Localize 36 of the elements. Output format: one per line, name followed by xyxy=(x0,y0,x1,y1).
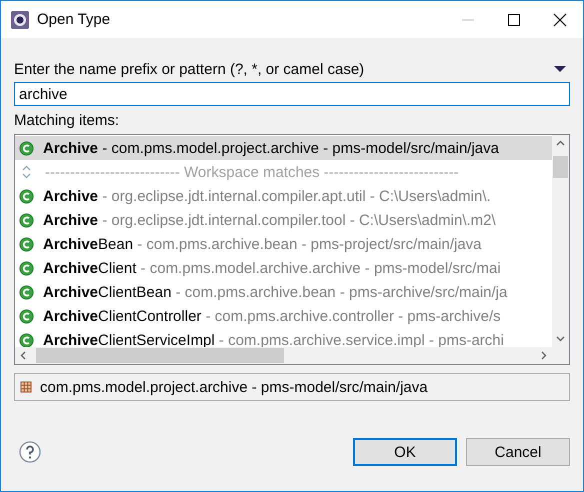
matching-items-list[interactable] xyxy=(14,134,570,365)
type-list-item[interactable]: ArchiveClient - com.pms.model.archive.archive - pms-model/src/mai xyxy=(15,256,552,280)
help-icon[interactable] xyxy=(19,441,41,463)
type-list-item[interactable]: ArchiveClientController - com.pms.archive.controller - pms-archive/s xyxy=(15,304,552,328)
package-icon xyxy=(20,381,32,393)
horizontal-scrollbar[interactable] xyxy=(15,347,552,364)
dialog-button[interactable]: OK xyxy=(353,438,457,466)
selected-type-path: com.pms.model.project.archive - pms-model/src/main/java xyxy=(40,378,428,396)
vertical-scrollbar[interactable] xyxy=(552,135,569,347)
scroll-thumb[interactable] xyxy=(553,156,568,178)
separator-label: --------------------------- Workspace matches --------------------------- xyxy=(45,164,459,180)
class-icon xyxy=(19,212,34,228)
maximize-icon xyxy=(507,12,521,26)
class-icon xyxy=(19,284,34,300)
pattern-label: Enter the name prefix or pattern (?, *, or camel case) xyxy=(14,60,364,78)
type-list-item[interactable]: Archive - org.eclipse.jdt.internal.compiler.apt.util - C:\Users\admin\. xyxy=(15,184,552,208)
matching-items-label: Matching items: xyxy=(14,112,120,131)
window-title: Open Type xyxy=(37,11,112,28)
close-icon xyxy=(553,12,567,26)
class-icon xyxy=(19,260,34,276)
class-icon xyxy=(19,140,34,156)
type-list-item[interactable]: Archive - org.eclipse.jdt.internal.compiler.tool - C:\Users\admin\.m2\ xyxy=(15,208,552,232)
minimize-icon xyxy=(461,18,475,20)
pattern-input-field[interactable]: archive xyxy=(14,82,570,106)
scroll-thumb[interactable] xyxy=(36,348,284,363)
dropdown-menu-icon[interactable] xyxy=(554,65,566,73)
dialog-button[interactable]: Cancel xyxy=(466,438,570,466)
expand-collapse-icon xyxy=(21,164,32,180)
class-icon xyxy=(19,188,34,204)
class-icon xyxy=(19,236,34,252)
type-list-item[interactable]: Archive - com.pms.model.project.archive - pms-model/src/main/java xyxy=(15,136,552,160)
class-icon xyxy=(19,332,34,347)
class-icon xyxy=(19,308,34,324)
type-list-item[interactable]: ArchiveBean - com.pms.archive.bean - pms-project/src/main/java xyxy=(15,232,552,256)
type-list-item[interactable]: ArchiveClientBean - com.pms.archive.bean - pms-archive/src/main/ja xyxy=(15,280,552,304)
app-icon xyxy=(11,10,29,28)
